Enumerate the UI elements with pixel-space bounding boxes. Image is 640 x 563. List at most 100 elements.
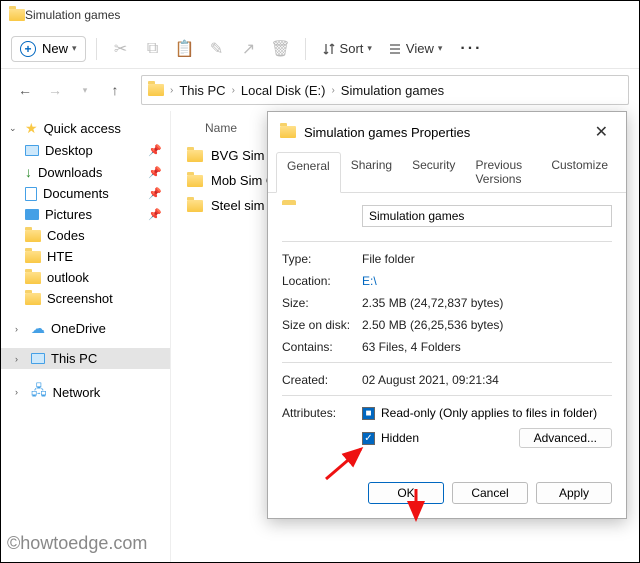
dialog-actions: OK Cancel Apply xyxy=(268,472,626,518)
folder-icon xyxy=(25,272,41,284)
folder-icon xyxy=(187,200,203,212)
paste-icon[interactable]: 📋 xyxy=(171,35,199,63)
dialog-titlebar: Simulation games Properties ✕ xyxy=(268,112,626,152)
dialog-title: Simulation games Properties xyxy=(304,125,470,140)
new-button[interactable]: + New ▾ xyxy=(11,36,86,62)
network-icon: 🖧 xyxy=(31,380,47,404)
window-title: Simulation games xyxy=(25,8,120,22)
copy-icon[interactable]: ⧉ xyxy=(139,35,167,63)
back-button[interactable]: ← xyxy=(11,76,39,104)
view-icon xyxy=(388,42,402,56)
breadcrumb-item[interactable]: Local Disk (E:) xyxy=(241,83,326,98)
apply-button[interactable]: Apply xyxy=(536,482,612,504)
tab-customize[interactable]: Customize xyxy=(541,152,618,192)
cloud-icon: ☁ xyxy=(31,320,45,337)
location-value[interactable]: E:\ xyxy=(362,274,612,288)
navigation-bar: ← → ▾ ↑ › This PC › Local Disk (E:) › Si… xyxy=(1,69,639,111)
sidebar-onedrive[interactable]: ›☁OneDrive xyxy=(1,317,170,340)
tab-security[interactable]: Security xyxy=(402,152,465,192)
up-button[interactable]: ↑ xyxy=(101,76,129,104)
chevron-down-icon: ▾ xyxy=(72,43,77,54)
separator xyxy=(282,362,612,363)
sort-button[interactable]: Sort ▾ xyxy=(316,37,378,60)
recent-button[interactable]: ▾ xyxy=(71,76,99,104)
contains-value: 63 Files, 4 Folders xyxy=(362,340,612,354)
new-label: New xyxy=(42,41,68,56)
expander-icon[interactable]: › xyxy=(15,354,25,364)
hidden-label: Hidden xyxy=(381,431,419,445)
cancel-button[interactable]: Cancel xyxy=(452,482,528,504)
sidebar-network[interactable]: ›🖧Network xyxy=(1,377,170,407)
hidden-checkbox[interactable]: ✓ xyxy=(362,432,375,445)
folder-icon xyxy=(187,175,203,187)
plus-icon: + xyxy=(20,41,36,57)
sidebar-item-hte[interactable]: HTE xyxy=(1,246,170,267)
ok-button[interactable]: OK xyxy=(368,482,444,504)
folder-icon xyxy=(25,293,41,305)
pc-icon xyxy=(31,353,45,364)
sidebar-item-codes[interactable]: Codes xyxy=(1,225,170,246)
sidebar-item-documents[interactable]: Documents📌 xyxy=(1,183,170,204)
rename-icon[interactable]: ✎ xyxy=(203,35,231,63)
sidebar-item-screenshot[interactable]: Screenshot xyxy=(1,288,170,309)
created-value: 02 August 2021, 09:21:34 xyxy=(362,373,612,387)
quick-access-label: Quick access xyxy=(44,121,121,136)
sidebar-this-pc[interactable]: ›This PC xyxy=(1,348,170,369)
pin-icon: 📌 xyxy=(148,166,162,179)
pin-icon: 📌 xyxy=(148,144,162,157)
share-icon[interactable]: ↗ xyxy=(235,35,263,63)
folder-icon xyxy=(280,126,296,138)
readonly-label: Read-only (Only applies to files in fold… xyxy=(381,406,597,420)
separator xyxy=(282,241,612,242)
sort-icon xyxy=(322,42,336,56)
window-titlebar: Simulation games xyxy=(1,1,639,29)
sidebar: ⌄ ★ Quick access Desktop📌 ↓Downloads📌 Do… xyxy=(1,111,171,562)
expander-icon[interactable]: ⌄ xyxy=(9,123,19,134)
tab-sharing[interactable]: Sharing xyxy=(341,152,402,192)
dialog-tabs: General Sharing Security Previous Versio… xyxy=(268,152,626,193)
watermark: ©howtoedge.com xyxy=(7,533,147,554)
breadcrumb-item[interactable]: This PC xyxy=(179,83,225,98)
address-bar[interactable]: › This PC › Local Disk (E:) › Simulation… xyxy=(141,75,629,105)
pin-icon: 📌 xyxy=(148,208,162,221)
attributes-label: Attributes: xyxy=(282,406,362,420)
folder-icon xyxy=(9,9,25,21)
expander-icon[interactable]: › xyxy=(15,387,25,397)
download-icon: ↓ xyxy=(25,164,32,180)
advanced-button[interactable]: Advanced... xyxy=(519,428,612,448)
toolbar: + New ▾ ✂ ⧉ 📋 ✎ ↗ 🗑 Sort ▾ View ▾ ··· xyxy=(1,29,639,69)
sidebar-item-desktop[interactable]: Desktop📌 xyxy=(1,140,170,161)
sidebar-item-downloads[interactable]: ↓Downloads📌 xyxy=(1,161,170,183)
readonly-checkbox[interactable]: ■ xyxy=(362,407,375,420)
folder-icon xyxy=(148,84,164,96)
separator xyxy=(282,395,612,396)
delete-icon[interactable]: 🗑 xyxy=(267,35,295,63)
desktop-icon xyxy=(25,145,39,156)
cut-icon[interactable]: ✂ xyxy=(107,35,135,63)
chevron-down-icon: ▾ xyxy=(367,43,372,54)
tab-general[interactable]: General xyxy=(276,152,341,193)
sidebar-item-pictures[interactable]: Pictures📌 xyxy=(1,204,170,225)
view-button[interactable]: View ▾ xyxy=(382,37,448,60)
type-label: Type: xyxy=(282,252,362,266)
folder-name-input[interactable] xyxy=(362,205,612,227)
close-button[interactable]: ✕ xyxy=(589,120,614,144)
folder-icon xyxy=(25,230,41,242)
expander-icon[interactable]: › xyxy=(15,324,25,334)
separator xyxy=(305,38,306,60)
properties-dialog: Simulation games Properties ✕ General Sh… xyxy=(267,111,627,519)
forward-button[interactable]: → xyxy=(41,76,69,104)
sidebar-quick-access[interactable]: ⌄ ★ Quick access xyxy=(1,117,170,140)
chevron-right-icon: › xyxy=(170,85,173,96)
size-label: Size: xyxy=(282,296,362,310)
chevron-right-icon: › xyxy=(232,85,235,96)
dialog-body: Type:File folder Location:E:\ Size:2.35 … xyxy=(268,193,626,472)
location-label: Location: xyxy=(282,274,362,288)
breadcrumb-item[interactable]: Simulation games xyxy=(341,83,444,98)
sidebar-item-outlook[interactable]: outlook xyxy=(1,267,170,288)
type-value: File folder xyxy=(362,252,612,266)
chevron-right-icon: › xyxy=(331,85,334,96)
more-button[interactable]: ··· xyxy=(452,36,490,62)
sizeondisk-label: Size on disk: xyxy=(282,318,362,332)
tab-previous-versions[interactable]: Previous Versions xyxy=(465,152,541,192)
